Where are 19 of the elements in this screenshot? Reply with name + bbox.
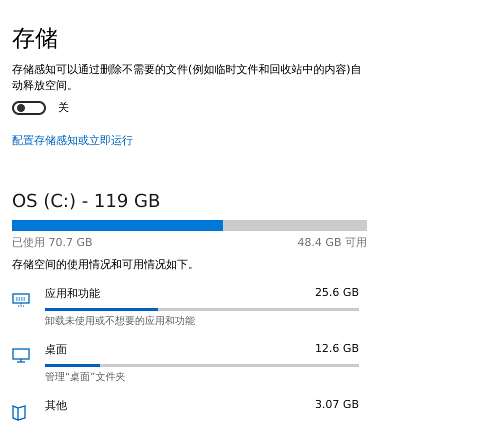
configure-link[interactable]: 配置存储感知或立即运行 bbox=[12, 133, 133, 148]
category-size: 3.07 GB bbox=[314, 398, 359, 413]
summary-text: 存储空间的使用情况和可用情况如下。 bbox=[12, 257, 200, 272]
category-name[interactable]: 应用和功能 bbox=[45, 286, 100, 301]
keyboard-icon bbox=[12, 293, 30, 307]
category-size: 12.6 GB bbox=[314, 342, 359, 357]
monitor-icon bbox=[12, 348, 30, 363]
page-title: 存储 bbox=[12, 25, 59, 54]
category-description: 卸载未使用或不想要的应用和功能 bbox=[45, 314, 196, 328]
category-size: 25.6 GB bbox=[314, 286, 359, 301]
category-name[interactable]: 桌面 bbox=[45, 342, 67, 357]
free-space: 48.4 GB 可用 bbox=[297, 235, 367, 250]
category-description: 管理“桌面”文件夹 bbox=[45, 370, 126, 384]
used-space: 已使用 70.7 GB bbox=[12, 235, 93, 250]
toggle-switch[interactable] bbox=[12, 100, 46, 114]
toggle-label: 关 bbox=[58, 100, 69, 115]
category-name[interactable]: 其他 bbox=[45, 398, 67, 413]
description-text: 存储感知可以通过删除不需要的文件(例如临时文件和回收站中的内容)自动释放空间。 bbox=[12, 62, 363, 94]
drive-title: OS (C:) - 119 GB bbox=[12, 190, 162, 214]
